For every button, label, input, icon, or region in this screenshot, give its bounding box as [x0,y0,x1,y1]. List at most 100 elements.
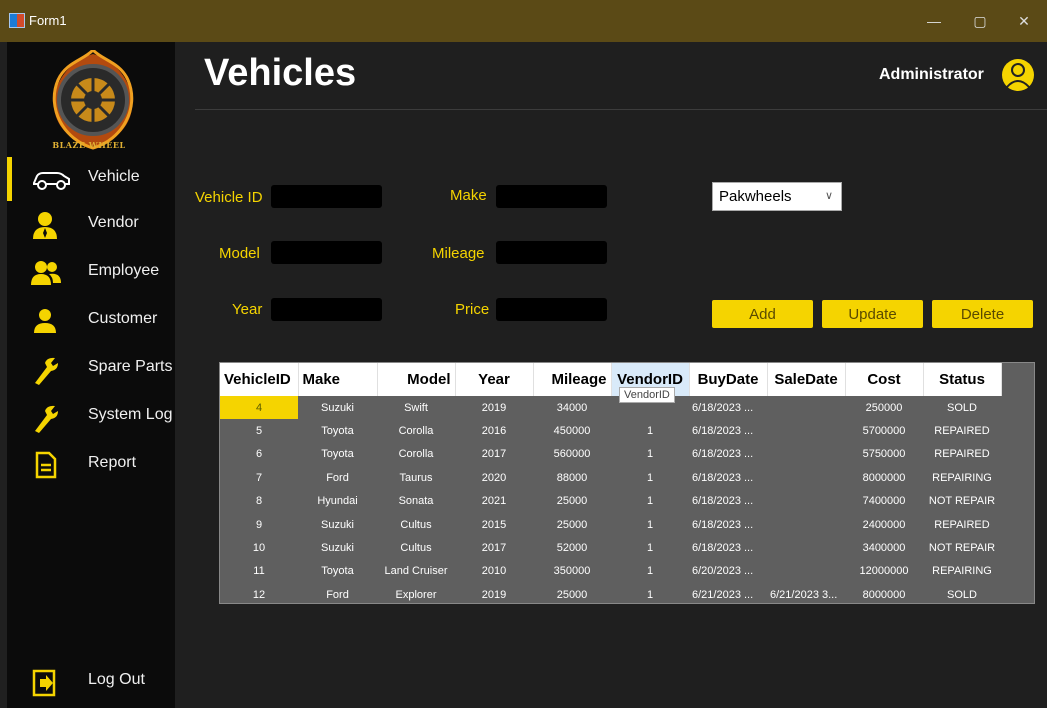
table-cell[interactable]: 12000000 [845,560,923,583]
table-cell[interactable]: 2017 [455,536,533,559]
table-cell[interactable]: 2020 [455,466,533,489]
table-row[interactable]: 9 Suzuki Cultus 2015 25000 1 6/18/2023 ... 2400… [220,513,1001,536]
table-row[interactable]: 5 Toyota Corolla 2016 450000 1 6/18/2023 ... 57… [220,419,1001,442]
table-cell[interactable] [767,396,845,419]
table-cell[interactable]: 1 [611,443,689,466]
table-cell[interactable]: 2017 [455,443,533,466]
table-cell[interactable]: Toyota [298,443,377,466]
table-cell[interactable]: 2016 [455,419,533,442]
table-cell[interactable]: 88000 [533,466,611,489]
table-cell[interactable]: Sonata [377,490,455,513]
table-cell[interactable]: 2010 [455,560,533,583]
table-cell[interactable]: Suzuki [298,396,377,419]
minimize-button[interactable]: — [911,0,957,42]
nav-item-system-log[interactable]: System Log [7,395,175,439]
column-header[interactable]: VehicleID [220,363,299,396]
logout-button[interactable]: Log Out [7,660,175,704]
table-cell[interactable]: 560000 [533,443,611,466]
table-cell[interactable]: Corolla [377,419,455,442]
table-cell[interactable]: 2400000 [845,513,923,536]
table-cell[interactable]: 250000 [845,396,923,419]
column-header[interactable]: Model [377,363,456,396]
table-cell[interactable]: REPAIRING [923,560,1001,583]
table-cell[interactable]: Land Cruiser [377,560,455,583]
table-cell[interactable]: 12 [220,583,298,603]
table-cell[interactable] [767,490,845,513]
column-header[interactable]: SaleDate [767,363,846,396]
table-cell[interactable]: 6 [220,443,298,466]
table-cell[interactable]: 1 [611,419,689,442]
table-row[interactable]: 10 Suzuki Cultus 2017 52000 1 6/18/2023 ... 340… [220,536,1001,559]
table-cell[interactable]: 6/18/2023 ... [689,513,767,536]
table-cell[interactable]: 6/20/2023 ... [689,560,767,583]
table-cell[interactable]: 7 [220,466,298,489]
add-button[interactable]: Add [712,300,813,328]
table-cell[interactable]: 8000000 [845,583,923,603]
close-button[interactable]: ✕ [1001,0,1047,42]
table-cell[interactable]: 5700000 [845,419,923,442]
vehicle-id-field[interactable] [271,185,382,208]
maximize-button[interactable]: ▢ [957,0,1003,42]
table-cell[interactable]: Ford [298,466,377,489]
table-cell[interactable] [767,536,845,559]
table-row[interactable]: 7 Ford Taurus 2020 88000 1 6/18/2023 ... 800000… [220,466,1001,489]
nav-item-customer[interactable]: Customer [7,299,175,343]
price-field[interactable] [496,298,607,321]
nav-item-vendor[interactable]: Vendor [7,203,175,247]
table-cell[interactable]: 6/18/2023 ... [689,466,767,489]
table-cell[interactable]: 7400000 [845,490,923,513]
table-cell[interactable] [767,466,845,489]
column-header[interactable]: Year [455,363,534,396]
mileage-field[interactable] [496,241,607,264]
table-cell[interactable]: REPAIRED [923,513,1001,536]
nav-item-report[interactable]: Report [7,443,175,487]
table-cell[interactable]: SOLD [923,396,1001,419]
table-cell[interactable]: 6/18/2023 ... [689,396,767,419]
table-cell[interactable]: 1 [611,466,689,489]
nav-item-employee[interactable]: Employee [7,251,175,295]
table-cell[interactable]: 2015 [455,513,533,536]
year-field[interactable] [271,298,382,321]
table-cell[interactable]: Suzuki [298,513,377,536]
table-cell[interactable]: Hyundai [298,490,377,513]
table-cell[interactable]: 3400000 [845,536,923,559]
table-cell[interactable]: Taurus [377,466,455,489]
table-cell[interactable]: 5750000 [845,443,923,466]
table-row[interactable]: 6 Toyota Corolla 2017 560000 1 6/18/2023 ... 57… [220,443,1001,466]
table-cell[interactable]: 6/18/2023 ... [689,536,767,559]
table-cell[interactable]: Cultus [377,536,455,559]
table-cell[interactable]: 1 [611,583,689,603]
table-cell[interactable]: 25000 [533,490,611,513]
table-cell[interactable]: 25000 [533,583,611,603]
table-cell[interactable]: 5 [220,419,298,442]
table-cell[interactable] [767,419,845,442]
table-cell[interactable]: REPAIRING [923,466,1001,489]
table-cell[interactable]: 8000000 [845,466,923,489]
table-cell[interactable]: 350000 [533,560,611,583]
table-cell[interactable] [767,443,845,466]
table-cell[interactable]: 6/21/2023 ... [689,583,767,603]
update-button[interactable]: Update [822,300,923,328]
source-dropdown[interactable]: Pakwheels ∨ [712,182,842,211]
table-cell[interactable]: Swift [377,396,455,419]
table-cell[interactable]: Toyota [298,560,377,583]
table-cell[interactable]: 1 [611,490,689,513]
table-cell[interactable]: 8 [220,490,298,513]
table-cell[interactable]: 6/18/2023 ... [689,490,767,513]
make-field[interactable] [496,185,607,208]
table-cell[interactable]: 6/21/2023 3... [767,583,845,603]
column-header[interactable]: BuyDate [689,363,768,396]
column-header[interactable]: Cost [845,363,924,396]
table-row[interactable]: 8 Hyundai Sonata 2021 25000 1 6/18/2023 ... 740… [220,490,1001,513]
nav-item-vehicle[interactable]: Vehicle [7,157,175,201]
table-cell[interactable]: NOT REPAIR [923,536,1001,559]
table-cell[interactable]: Corolla [377,443,455,466]
table-cell[interactable]: 6/18/2023 ... [689,419,767,442]
table-row[interactable]: 11 Toyota Land Cruiser 2010 350000 1 6/20/2023… [220,560,1001,583]
table-row[interactable]: 4 Suzuki Swift 2019 34000 6/18/2023 ... 250000… [220,396,1001,420]
table-cell[interactable]: REPAIRED [923,443,1001,466]
table-cell[interactable]: 1 [611,536,689,559]
column-header[interactable]: Status [923,363,1002,396]
table-cell[interactable]: 1 [611,513,689,536]
table-cell[interactable]: Toyota [298,419,377,442]
